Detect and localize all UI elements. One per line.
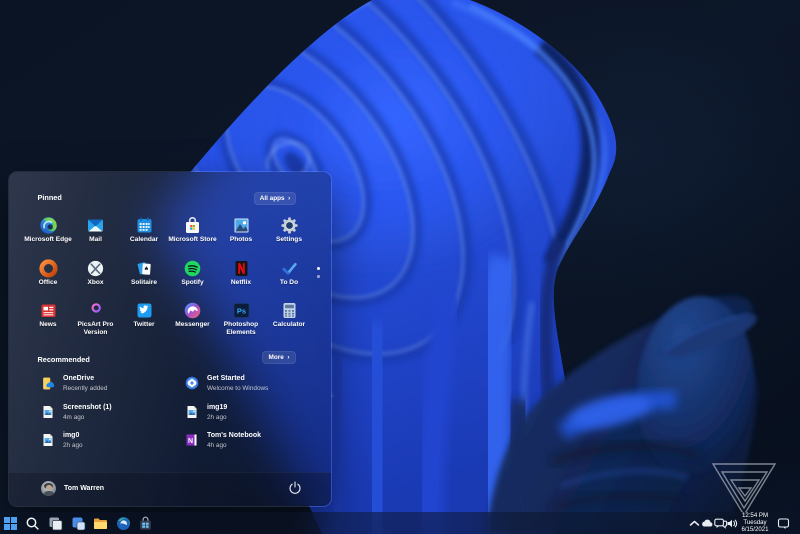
svg-text:N: N bbox=[188, 438, 193, 445]
svg-text:Ps: Ps bbox=[236, 307, 245, 316]
